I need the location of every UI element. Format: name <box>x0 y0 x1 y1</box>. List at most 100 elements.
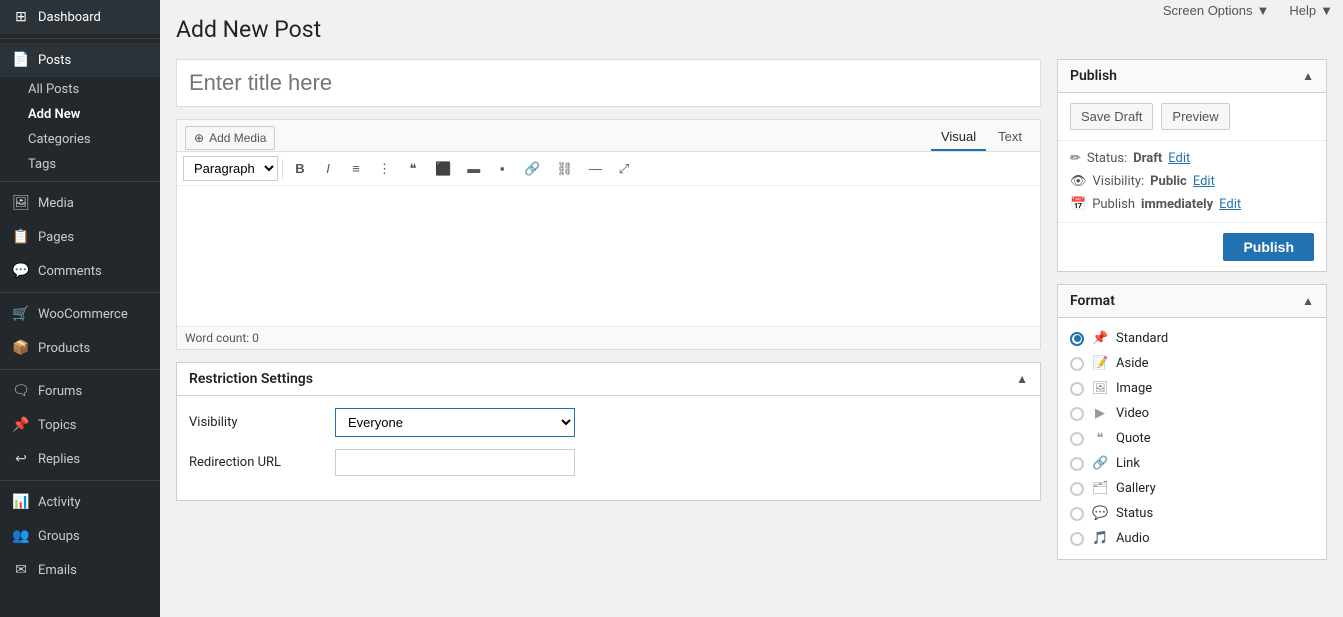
emails-icon: ✉ <box>12 562 30 578</box>
collapse-icon: ▲ <box>1016 372 1028 386</box>
sidebar-item-dashboard[interactable]: ⊞ Dashboard <box>0 0 160 34</box>
sidebar-item-replies[interactable]: ↩ Replies <box>0 442 160 476</box>
screen-options-button[interactable]: Screen Options ▼ <box>1153 0 1279 21</box>
sidebar-item-comments[interactable]: 💬 Comments <box>0 254 160 288</box>
sidebar-sub-all-posts[interactable]: All Posts <box>0 77 160 102</box>
sidebar-item-posts[interactable]: 📄 Posts <box>0 43 160 77</box>
format-item-standard[interactable]: 📌 Standard <box>1058 326 1326 351</box>
link-button[interactable]: 🔗 <box>517 157 547 181</box>
sidebar-label-dashboard: Dashboard <box>38 10 101 25</box>
format-radio-gallery <box>1070 482 1084 496</box>
publish-button[interactable]: Publish <box>1223 233 1314 261</box>
editor-tabs: Visual Text <box>931 124 1032 151</box>
sidebar-label-products: Products <box>38 341 90 356</box>
unordered-list-button[interactable]: ≡ <box>343 157 369 180</box>
format-box-header[interactable]: Format ▲ <box>1058 285 1326 318</box>
sidebar: ⊞ Dashboard 📄 Posts All Posts Add New Ca… <box>0 0 160 617</box>
status-edit-link[interactable]: Edit <box>1168 151 1190 166</box>
format-item-video[interactable]: ▶ Video <box>1058 401 1326 426</box>
sidebar-item-groups[interactable]: 👥 Groups <box>0 519 160 553</box>
status-value: Draft <box>1133 151 1162 166</box>
unlink-button[interactable]: ⛓ <box>549 157 580 181</box>
add-media-icon: ⊕ <box>194 131 204 145</box>
content-area: ⊕ Add Media Visual Text Paragraph B I <box>160 43 1343 617</box>
align-center-button[interactable]: ▬ <box>460 157 487 180</box>
format-list: 📌 Standard 📝 Aside 🖼 Image ▶ Video ❝ Quo… <box>1058 318 1326 559</box>
format-label-image: Image <box>1116 381 1152 396</box>
format-icon-standard: 📌 <box>1092 331 1108 346</box>
format-item-link[interactable]: 🔗 Link <box>1058 451 1326 476</box>
help-button[interactable]: Help ▼ <box>1279 0 1343 21</box>
more-button[interactable]: — <box>582 157 609 180</box>
woocommerce-icon: 🛒 <box>12 306 30 322</box>
sidebar-sub-categories[interactable]: Categories <box>0 127 160 152</box>
redirect-label: Redirection URL <box>189 455 319 470</box>
sidebar-item-emails[interactable]: ✉ Emails <box>0 553 160 587</box>
visibility-edit-link[interactable]: Edit <box>1193 174 1215 189</box>
sidebar-item-products[interactable]: 📦 Products <box>0 331 160 365</box>
format-radio-status <box>1070 507 1084 521</box>
fullscreen-button[interactable]: ⤢ <box>611 157 637 181</box>
main-area: Screen Options ▼ Help ▼ Add New Post ⊕ A… <box>160 0 1343 617</box>
sidebar-label-woocommerce: WooCommerce <box>38 307 128 322</box>
ordered-list-button[interactable]: ⋮ <box>371 157 398 181</box>
visibility-row: Visibility Everyone Logged In Logged Out <box>189 408 1028 437</box>
format-box: Format ▲ 📌 Standard 📝 Aside 🖼 Image ▶ Vi… <box>1057 284 1327 560</box>
sidebar-label-replies: Replies <box>38 452 80 467</box>
post-title-input[interactable] <box>176 59 1041 107</box>
chevron-down-icon: ▼ <box>1320 3 1333 18</box>
sidebar-item-pages[interactable]: 📋 Pages <box>0 220 160 254</box>
blockquote-button[interactable]: ❝ <box>400 157 426 181</box>
sidebar-label-groups: Groups <box>38 529 80 544</box>
preview-button[interactable]: Preview <box>1161 103 1229 130</box>
restriction-settings-box: Restriction Settings ▲ Visibility Everyo… <box>176 362 1041 501</box>
publish-time-row: 📅 Publish immediately Edit <box>1070 193 1314 216</box>
publish-time-label: Publish <box>1092 197 1135 212</box>
format-icon-link: 🔗 <box>1092 456 1108 471</box>
sidebar-item-forums[interactable]: 🗨 Forums <box>0 374 160 408</box>
sidebar-sub-tags[interactable]: Tags <box>0 152 160 177</box>
pages-icon: 📋 <box>12 229 30 245</box>
save-draft-button[interactable]: Save Draft <box>1070 103 1153 130</box>
restriction-settings-header[interactable]: Restriction Settings ▲ <box>177 363 1040 396</box>
add-media-button[interactable]: ⊕ Add Media <box>185 126 275 150</box>
sidebar-label-forums: Forums <box>38 384 82 399</box>
format-item-audio[interactable]: 🎵 Audio <box>1058 526 1326 551</box>
sidebar-sub-add-new[interactable]: Add New <box>0 102 160 127</box>
sidebar-item-activity[interactable]: 📊 Activity <box>0 485 160 519</box>
visibility-select[interactable]: Everyone Logged In Logged Out <box>335 408 575 437</box>
topbar: Screen Options ▼ Help ▼ <box>1153 0 1343 21</box>
align-left-button[interactable]: ⬛ <box>428 157 458 181</box>
calendar-icon: 📅 <box>1070 197 1086 212</box>
topics-icon: 📌 <box>12 417 30 433</box>
format-item-quote[interactable]: ❝ Quote <box>1058 426 1326 451</box>
sidebar-item-woocommerce[interactable]: 🛒 WooCommerce <box>0 297 160 331</box>
format-label-gallery: Gallery <box>1116 481 1156 496</box>
visibility-meta-value: Public <box>1150 174 1187 189</box>
posts-icon: 📄 <box>12 52 30 68</box>
publish-box: Publish ▲ Save Draft Preview ✏ Status: D… <box>1057 59 1327 272</box>
align-right-button[interactable]: ▪ <box>489 157 515 180</box>
sidebar-label-activity: Activity <box>38 495 81 510</box>
paragraph-select[interactable]: Paragraph <box>183 156 278 181</box>
format-label-standard: Standard <box>1116 331 1168 346</box>
italic-button[interactable]: I <box>315 157 341 180</box>
tab-text[interactable]: Text <box>988 124 1032 151</box>
publish-time-edit-link[interactable]: Edit <box>1219 197 1241 212</box>
sidebar-label-media: Media <box>38 196 74 211</box>
editor-body[interactable] <box>177 186 1040 326</box>
sidebar-item-media[interactable]: 🖼 Media <box>0 186 160 220</box>
format-item-aside[interactable]: 📝 Aside <box>1058 351 1326 376</box>
tab-visual[interactable]: Visual <box>931 124 986 151</box>
status-label: Status: <box>1087 151 1127 166</box>
toolbar-row: Paragraph B I ≡ ⋮ ❝ ⬛ ▬ ▪ 🔗 ⛓ — ⤢ <box>177 152 1040 186</box>
editor-tab-row: ⊕ Add Media Visual Text <box>177 120 1040 152</box>
format-item-image[interactable]: 🖼 Image <box>1058 376 1326 401</box>
format-item-status[interactable]: 💬 Status <box>1058 501 1326 526</box>
publish-box-header[interactable]: Publish ▲ <box>1058 60 1326 93</box>
bold-button[interactable]: B <box>287 157 313 180</box>
format-item-gallery[interactable]: 🗂 Gallery <box>1058 476 1326 501</box>
redirect-url-input[interactable] <box>335 449 575 476</box>
visibility-label: Visibility <box>189 415 319 430</box>
sidebar-item-topics[interactable]: 📌 Topics <box>0 408 160 442</box>
